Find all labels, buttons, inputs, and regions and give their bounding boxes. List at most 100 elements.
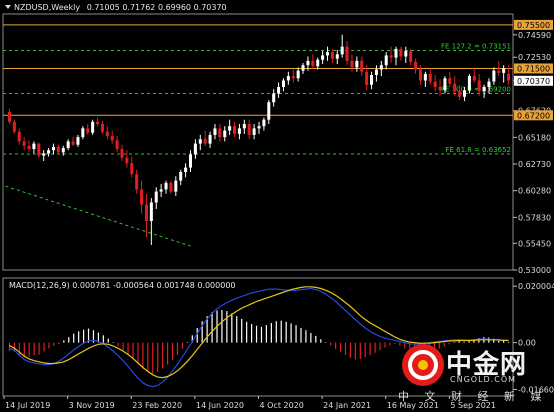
candle-body	[467, 76, 471, 91]
projection-trendline	[5, 185, 191, 247]
candle-body	[91, 121, 95, 133]
cngold-watermark: 中金网 CNGOLD.COM 中 文 财 经 新 媒 体	[398, 340, 554, 406]
candle-body	[291, 76, 295, 79]
ohlc-values: 0.71005 0.71762 0.69960 0.70370	[86, 3, 227, 12]
candle-body	[76, 137, 80, 145]
candle-body	[81, 128, 85, 138]
candle-body	[159, 189, 163, 192]
candle-body	[247, 124, 251, 135]
candle-body	[394, 48, 398, 58]
candle-body	[17, 131, 21, 142]
candle-body	[37, 143, 41, 156]
date-tick-label: 23 Feb 2020	[132, 401, 182, 410]
candle-body	[409, 51, 413, 62]
candle-body	[277, 86, 281, 94]
candle-body	[443, 78, 447, 91]
macd-tick-label: 0.020004	[518, 282, 554, 291]
candle-body	[164, 182, 168, 190]
candle-body	[115, 140, 119, 150]
candle-body	[130, 163, 134, 175]
candle-body	[193, 143, 197, 155]
candle-body	[325, 52, 330, 56]
candle-body	[418, 69, 422, 81]
candle-body	[12, 121, 16, 132]
candle-body	[262, 119, 266, 127]
candle-body	[321, 55, 325, 60]
candle-body	[507, 73, 511, 81]
date-tick-label: 14 Jun 2020	[196, 401, 244, 410]
main-panel-frame	[2, 13, 514, 271]
fibo-extension-label: FE 61.8 = 0.63652	[445, 146, 511, 154]
candle-body	[213, 128, 217, 135]
candle-body	[27, 145, 31, 150]
candle-body	[414, 61, 418, 70]
candle-body	[223, 130, 227, 138]
candle-body	[47, 150, 51, 154]
candle-body	[56, 146, 60, 153]
candle-body	[51, 146, 56, 151]
candle-body	[286, 76, 290, 81]
date-tick-label: 14 Jul 2019	[5, 401, 50, 410]
candle-body	[7, 112, 11, 122]
candle-body	[174, 180, 178, 192]
candle-body	[428, 73, 432, 82]
candle-body	[154, 191, 158, 203]
candle-body	[355, 60, 359, 68]
level-price-label: 0.67200	[517, 111, 550, 120]
candle-body	[96, 121, 100, 125]
candle-body	[86, 128, 90, 133]
candle-body	[110, 136, 114, 141]
candle-body	[482, 86, 486, 92]
candle-body	[218, 128, 222, 138]
watermark-domain: CNGOLD.COM	[450, 375, 517, 384]
candle-body	[365, 71, 369, 85]
candle-body	[497, 70, 501, 73]
candle-body	[345, 46, 349, 61]
candle-body	[360, 60, 364, 72]
level-price-label: 0.71500	[517, 64, 550, 73]
candle-body	[438, 86, 442, 91]
candle-body	[120, 149, 124, 158]
candle-body	[487, 81, 491, 87]
candle-body	[301, 65, 305, 71]
candle-body	[22, 141, 26, 146]
candle-body	[257, 126, 261, 129]
fibo-extension-label: FE 127.2 = 0.73151	[441, 42, 511, 50]
candle-body	[135, 174, 139, 190]
candle-body	[188, 154, 193, 168]
candle-body	[267, 102, 271, 120]
candle-body	[316, 59, 320, 67]
price-tick-label: 0.72530	[518, 53, 551, 62]
cngold-logo-icon	[402, 344, 444, 386]
candle-body	[42, 153, 46, 156]
candle-body	[502, 68, 506, 73]
watermark-slogan: 中 文 财 经 新 媒 体	[398, 390, 554, 403]
symbol-timeframe: NZDUSD,Weekly	[14, 3, 81, 12]
candle-body	[340, 46, 344, 55]
candle-body	[61, 147, 65, 153]
price-tick-label: 0.65180	[518, 133, 551, 142]
level-price-label: 0.75500	[517, 21, 550, 30]
candle-body	[423, 73, 427, 81]
date-tick-label: 3 Nov 2019	[69, 401, 115, 410]
candle-body	[281, 80, 285, 87]
candle-body	[149, 202, 153, 221]
candle-body	[144, 204, 148, 221]
macd-header: MACD(12,26,9) 0.000781 -0.000564 0.00174…	[9, 281, 236, 290]
candle-body	[433, 81, 437, 87]
candle-body	[404, 51, 408, 57]
candle-body	[374, 69, 378, 76]
candle-body	[208, 134, 212, 144]
candle-body	[335, 54, 339, 59]
candle-body	[71, 141, 75, 145]
price-tick-label: 0.74590	[518, 31, 551, 40]
candle-body	[272, 93, 276, 103]
current-price-label: 0.70370	[517, 77, 550, 86]
candle-body	[125, 157, 129, 164]
candle-body	[306, 60, 310, 66]
symbol-header: NZDUSD,Weekly 0.71005 0.71762 0.69960 0.…	[14, 3, 227, 12]
candle-body	[477, 80, 481, 92]
candle-body	[448, 78, 452, 84]
candle-body	[462, 90, 467, 97]
price-tick-label: 0.53000	[518, 266, 551, 275]
